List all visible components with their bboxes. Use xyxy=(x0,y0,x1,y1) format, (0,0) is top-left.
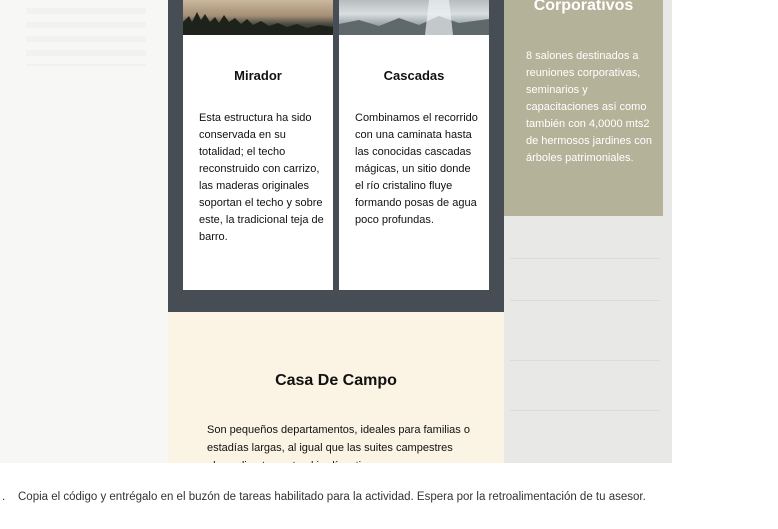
features-section: Mirador Esta estructura ha sido conserva… xyxy=(168,0,504,312)
instruction-text: Copia el código y entrégalo en el buzón … xyxy=(18,491,646,503)
card-title: Cascadas xyxy=(383,68,445,83)
card-description: Combinamos el recorrido con una caminata… xyxy=(355,112,478,226)
website-preview-frame: Mirador Esta estructura ha sido conserva… xyxy=(168,0,672,463)
corporativos-panel: Corporativos 8 salones destinados a reun… xyxy=(504,0,663,216)
faded-divider xyxy=(510,410,660,411)
cascadas-image xyxy=(339,0,489,35)
card-title: Mirador xyxy=(234,68,282,83)
mirador-image xyxy=(183,0,333,35)
page-background-left xyxy=(0,0,168,463)
faded-divider xyxy=(510,300,660,301)
section-description: Son pequeños departamentos, ideales para… xyxy=(207,424,470,463)
instruction-line: . Copia el código y entrégalo en el buzó… xyxy=(0,491,778,509)
section-title: Casa De Campo xyxy=(275,372,397,389)
forest-silhouette-icon xyxy=(183,12,333,35)
card-description: Esta estructura ha sido conservada en su… xyxy=(199,112,324,243)
faded-divider xyxy=(510,360,660,361)
corporativos-description: 8 salones destinados a reuniones corpora… xyxy=(526,50,652,164)
faded-background-text xyxy=(26,8,146,66)
side-panel: Corporativos 8 salones destinados a reun… xyxy=(504,0,672,463)
page-background-right xyxy=(672,0,778,463)
faded-divider xyxy=(510,258,660,259)
card-mirador: Mirador Esta estructura ha sido conserva… xyxy=(183,0,333,290)
waterfall-landscape-icon xyxy=(339,0,489,35)
card-cascadas: Cascadas Combinamos el recorrido con una… xyxy=(339,0,489,290)
casa-de-campo-section: Casa De Campo Son pequeños departamentos… xyxy=(168,312,504,463)
corporativos-title: Corporativos xyxy=(533,0,634,14)
list-bullet: . xyxy=(2,491,6,503)
